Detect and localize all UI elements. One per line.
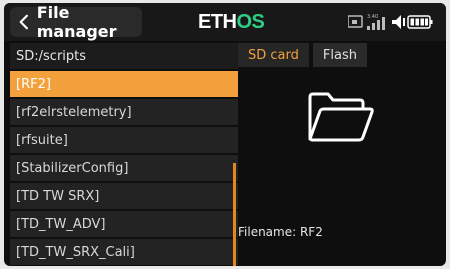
list-item[interactable]: [rf2elrstelemetry] — [10, 99, 238, 125]
battery-icon — [407, 15, 433, 29]
tab-sd-card[interactable]: SD card — [238, 43, 309, 67]
list-item[interactable]: [StabilizerConfig] — [10, 155, 238, 181]
chevron-left-icon — [19, 14, 28, 30]
list-scrollbar[interactable] — [233, 163, 236, 266]
list-item[interactable]: [TD TW SRX] — [10, 183, 238, 209]
status-icons: 3.40 — [348, 14, 433, 30]
tab-flash[interactable]: Flash — [312, 43, 367, 67]
list-item[interactable]: [TD_TW_ADV] — [10, 211, 238, 237]
signal-label: 3.40 — [367, 14, 378, 20]
current-path: SD:/scripts — [10, 43, 238, 69]
storage-tabs: SD card Flash — [238, 43, 367, 67]
filename-label: Filename: RF2 — [238, 225, 323, 239]
speaker-icon — [392, 15, 405, 29]
file-list: [RF2] [rf2elrstelemetry] [rfsuite] [Stab… — [10, 71, 238, 266]
page-title: File manager — [36, 3, 117, 41]
list-item[interactable]: [rfsuite] — [10, 127, 238, 153]
screen: File manager ETHOS 3.40 SD:/scripts [RF2… — [4, 3, 446, 266]
folder-open-icon — [308, 92, 374, 142]
signal-bars-icon: 3.40 — [367, 14, 385, 30]
back-button[interactable]: File manager — [10, 3, 142, 41]
list-item[interactable]: [TD_TW_SRX_Cali] — [10, 239, 238, 265]
header-bar: File manager ETHOS 3.40 — [4, 3, 446, 41]
ethos-logo: ETHOS — [198, 11, 265, 33]
list-item[interactable]: [RF2] — [10, 71, 238, 97]
